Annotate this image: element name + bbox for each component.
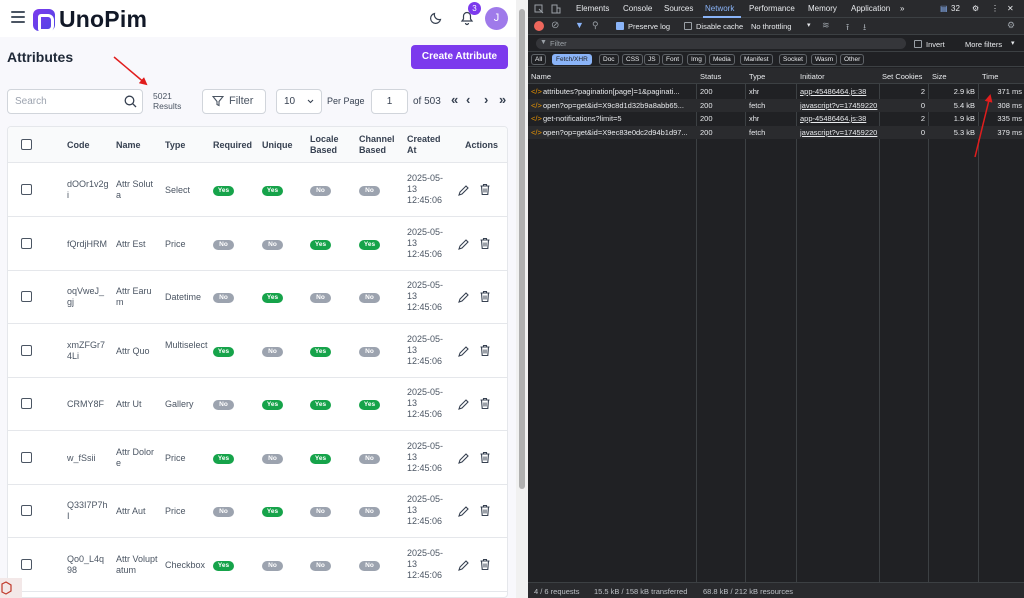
screen: UnoPim 3 J Attributes Create Attribute S… xyxy=(0,0,1024,598)
arrow-to-results xyxy=(113,56,148,86)
arrow-to-time xyxy=(974,94,993,158)
annotation-arrows xyxy=(113,56,993,158)
